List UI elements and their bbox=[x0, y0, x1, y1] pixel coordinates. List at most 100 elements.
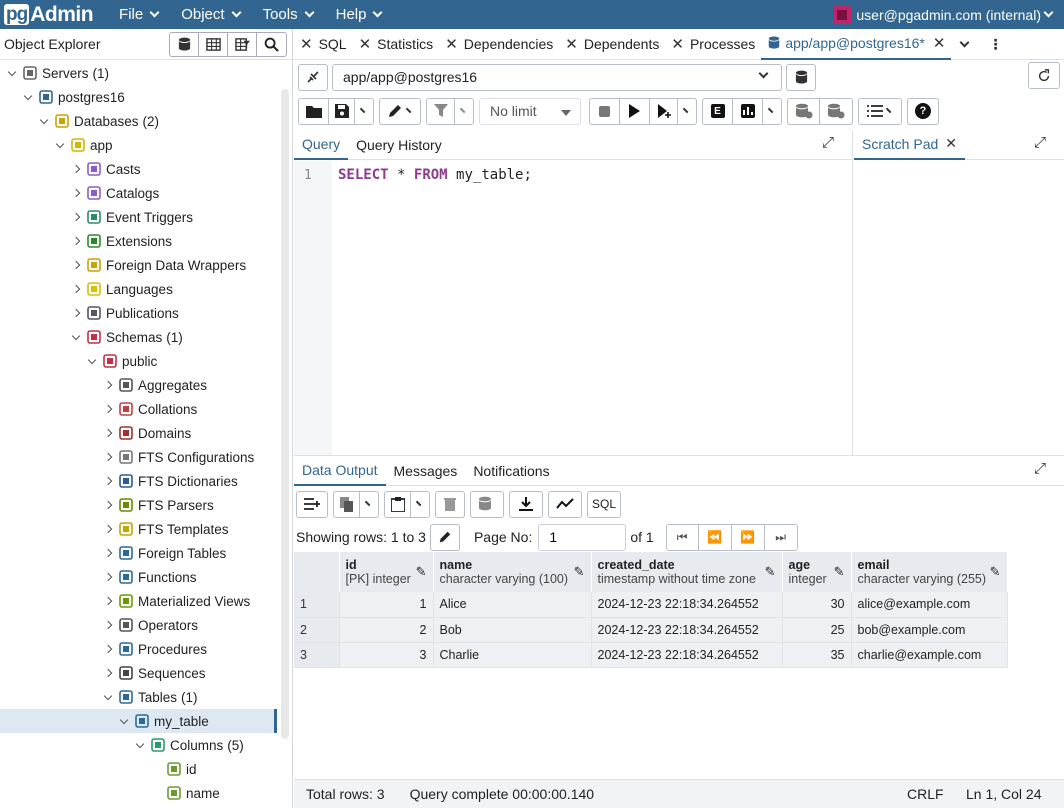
panel-menu-button[interactable]: ⋮ bbox=[982, 29, 1008, 60]
tree-node-servers[interactable]: Servers (1) bbox=[4, 61, 109, 85]
column-header[interactable]: age integer ✎ bbox=[782, 552, 852, 592]
cell-id[interactable]: 3 bbox=[339, 642, 434, 668]
tree-node-catalogs[interactable]: Catalogs bbox=[68, 181, 159, 205]
more-tabs-button[interactable] bbox=[951, 29, 974, 60]
tree-node-operators[interactable]: Operators bbox=[100, 613, 198, 637]
user-menu[interactable]: user@pgadmin.com (internal) bbox=[833, 0, 1054, 29]
tab-processes[interactable]: ✕ Processes bbox=[665, 29, 761, 60]
chevron-right-icon[interactable] bbox=[100, 428, 116, 438]
cell-name[interactable]: Charlie bbox=[433, 642, 592, 668]
column-header[interactable]: created_date timestamp without time zone ✎ bbox=[591, 552, 783, 592]
expand-icon[interactable]: ⤢ bbox=[1034, 134, 1046, 151]
table-row[interactable]: 1 1 Alice 2024-12-23 22:18:34.264552 30 … bbox=[294, 592, 1008, 618]
stop-icon[interactable] bbox=[590, 98, 620, 124]
edit-pen-icon[interactable]: ✎ bbox=[574, 564, 585, 580]
first-page-icon[interactable]: ⏮ bbox=[667, 524, 699, 550]
close-icon[interactable]: ✕ bbox=[359, 35, 372, 53]
cell-id[interactable]: 2 bbox=[339, 617, 434, 643]
tree-node-my-table[interactable]: my_table bbox=[0, 709, 277, 733]
download-icon[interactable] bbox=[510, 492, 542, 517]
connection-select[interactable]: app/app@postgres16 bbox=[332, 63, 782, 91]
chevron-right-icon[interactable] bbox=[68, 308, 84, 318]
menu-help[interactable]: Help bbox=[336, 6, 383, 23]
tab-dependencies[interactable]: ✕ Dependencies bbox=[439, 29, 559, 60]
tree-node-sequences[interactable]: Sequences bbox=[100, 661, 206, 685]
menu-object[interactable]: Object bbox=[181, 6, 242, 23]
tab-sql[interactable]: ✕ SQL bbox=[294, 29, 353, 60]
page-number-input[interactable] bbox=[538, 523, 627, 551]
chevron-down-icon[interactable] bbox=[100, 691, 116, 700]
help-icon[interactable]: ? bbox=[908, 99, 938, 124]
add-row-icon[interactable] bbox=[297, 492, 327, 517]
tree-node-aggregates[interactable]: Aggregates bbox=[100, 373, 207, 397]
commit-icon[interactable] bbox=[788, 98, 820, 124]
edit-pen-icon[interactable]: ✎ bbox=[416, 564, 427, 580]
cell-name[interactable]: Bob bbox=[433, 617, 592, 643]
chevron-right-icon[interactable] bbox=[68, 188, 84, 198]
explain-analyze-icon[interactable] bbox=[733, 98, 763, 124]
tree-node-extensions[interactable]: Extensions bbox=[68, 229, 172, 253]
execute-script-icon[interactable] bbox=[650, 98, 678, 124]
next-page-icon[interactable]: ⏩ bbox=[732, 524, 765, 550]
tab-query-tool[interactable]: app/app@postgres16* ✕ bbox=[761, 29, 952, 60]
row-number[interactable]: 3 bbox=[294, 642, 340, 668]
chevron-right-icon[interactable] bbox=[68, 260, 84, 270]
tree-node-fts-parsers[interactable]: FTS Parsers bbox=[100, 493, 214, 517]
tree-node-app[interactable]: app bbox=[52, 133, 113, 157]
close-icon[interactable]: ✕ bbox=[945, 135, 957, 152]
chevron-down-icon[interactable] bbox=[132, 739, 148, 748]
tab-messages[interactable]: Messages bbox=[386, 456, 466, 486]
chevron-right-icon[interactable] bbox=[100, 404, 116, 414]
explorer-scrollbar[interactable] bbox=[281, 89, 289, 739]
tree-node-languages[interactable]: Languages bbox=[68, 277, 173, 301]
chevron-right-icon[interactable] bbox=[68, 212, 84, 222]
chevron-right-icon[interactable] bbox=[100, 452, 116, 462]
chevron-down-icon[interactable] bbox=[360, 492, 378, 517]
chevron-down-icon[interactable] bbox=[52, 139, 68, 148]
cell-age[interactable]: 35 bbox=[782, 642, 852, 668]
cell-created-date[interactable]: 2024-12-23 22:18:34.264552 bbox=[591, 592, 783, 618]
tree-node-fts-templates[interactable]: FTS Templates bbox=[100, 517, 229, 541]
execute-icon[interactable] bbox=[620, 98, 650, 124]
edit-pen-icon[interactable]: ✎ bbox=[765, 564, 776, 580]
save-data-icon[interactable] bbox=[471, 492, 503, 517]
cell-created-date[interactable]: 2024-12-23 22:18:34.264552 bbox=[591, 617, 783, 643]
row-limit-select[interactable]: No limit bbox=[479, 97, 581, 125]
close-icon[interactable]: ✕ bbox=[565, 35, 578, 53]
new-connection-icon[interactable] bbox=[786, 63, 816, 91]
tab-data-output[interactable]: Data Output bbox=[294, 456, 386, 486]
chevron-right-icon[interactable] bbox=[68, 284, 84, 294]
tree-node-domains[interactable]: Domains bbox=[100, 421, 191, 445]
cell-age[interactable]: 30 bbox=[782, 592, 852, 618]
sql-editor[interactable]: SELECT * FROM my_table; bbox=[338, 161, 532, 183]
chevron-down-icon[interactable] bbox=[411, 492, 429, 517]
chevron-right-icon[interactable] bbox=[100, 572, 116, 582]
chevron-right-icon[interactable] bbox=[68, 236, 84, 246]
rollback-icon[interactable] bbox=[820, 99, 852, 124]
reset-layout-icon[interactable] bbox=[1028, 62, 1060, 89]
menu-file[interactable]: File bbox=[119, 6, 160, 23]
column-header[interactable]: email character varying (255) ✎ bbox=[851, 552, 1008, 592]
explain-icon[interactable]: E bbox=[703, 98, 733, 124]
tree-node-databases[interactable]: Databases (2) bbox=[36, 109, 159, 133]
tree-node-public[interactable]: public bbox=[84, 349, 157, 373]
graph-icon[interactable] bbox=[549, 492, 581, 517]
sql-button[interactable]: SQL bbox=[588, 492, 620, 517]
close-icon[interactable]: ✕ bbox=[671, 35, 684, 53]
chevron-down-icon[interactable] bbox=[678, 99, 696, 124]
chevron-right-icon[interactable] bbox=[100, 380, 116, 390]
tree-node-publications[interactable]: Publications bbox=[68, 301, 179, 325]
expand-icon[interactable]: ⤢ bbox=[1034, 460, 1046, 477]
chevron-right-icon[interactable] bbox=[100, 524, 116, 534]
close-icon[interactable]: ✕ bbox=[445, 35, 458, 53]
cell-email[interactable]: bob@example.com bbox=[851, 617, 1008, 643]
tab-statistics[interactable]: ✕ Statistics bbox=[353, 29, 440, 60]
tree-node-foreign-tables[interactable]: Foreign Tables bbox=[100, 541, 226, 565]
tree-node-collations[interactable]: Collations bbox=[100, 397, 197, 421]
tree-node-columns[interactable]: Columns (5) bbox=[132, 733, 244, 757]
filtered-rows-icon[interactable] bbox=[228, 32, 257, 56]
tree-node-name[interactable]: name bbox=[148, 781, 220, 805]
tab-notifications[interactable]: Notifications bbox=[465, 456, 557, 486]
cell-email[interactable]: charlie@example.com bbox=[851, 642, 1008, 668]
cell-created-date[interactable]: 2024-12-23 22:18:34.264552 bbox=[591, 642, 783, 668]
